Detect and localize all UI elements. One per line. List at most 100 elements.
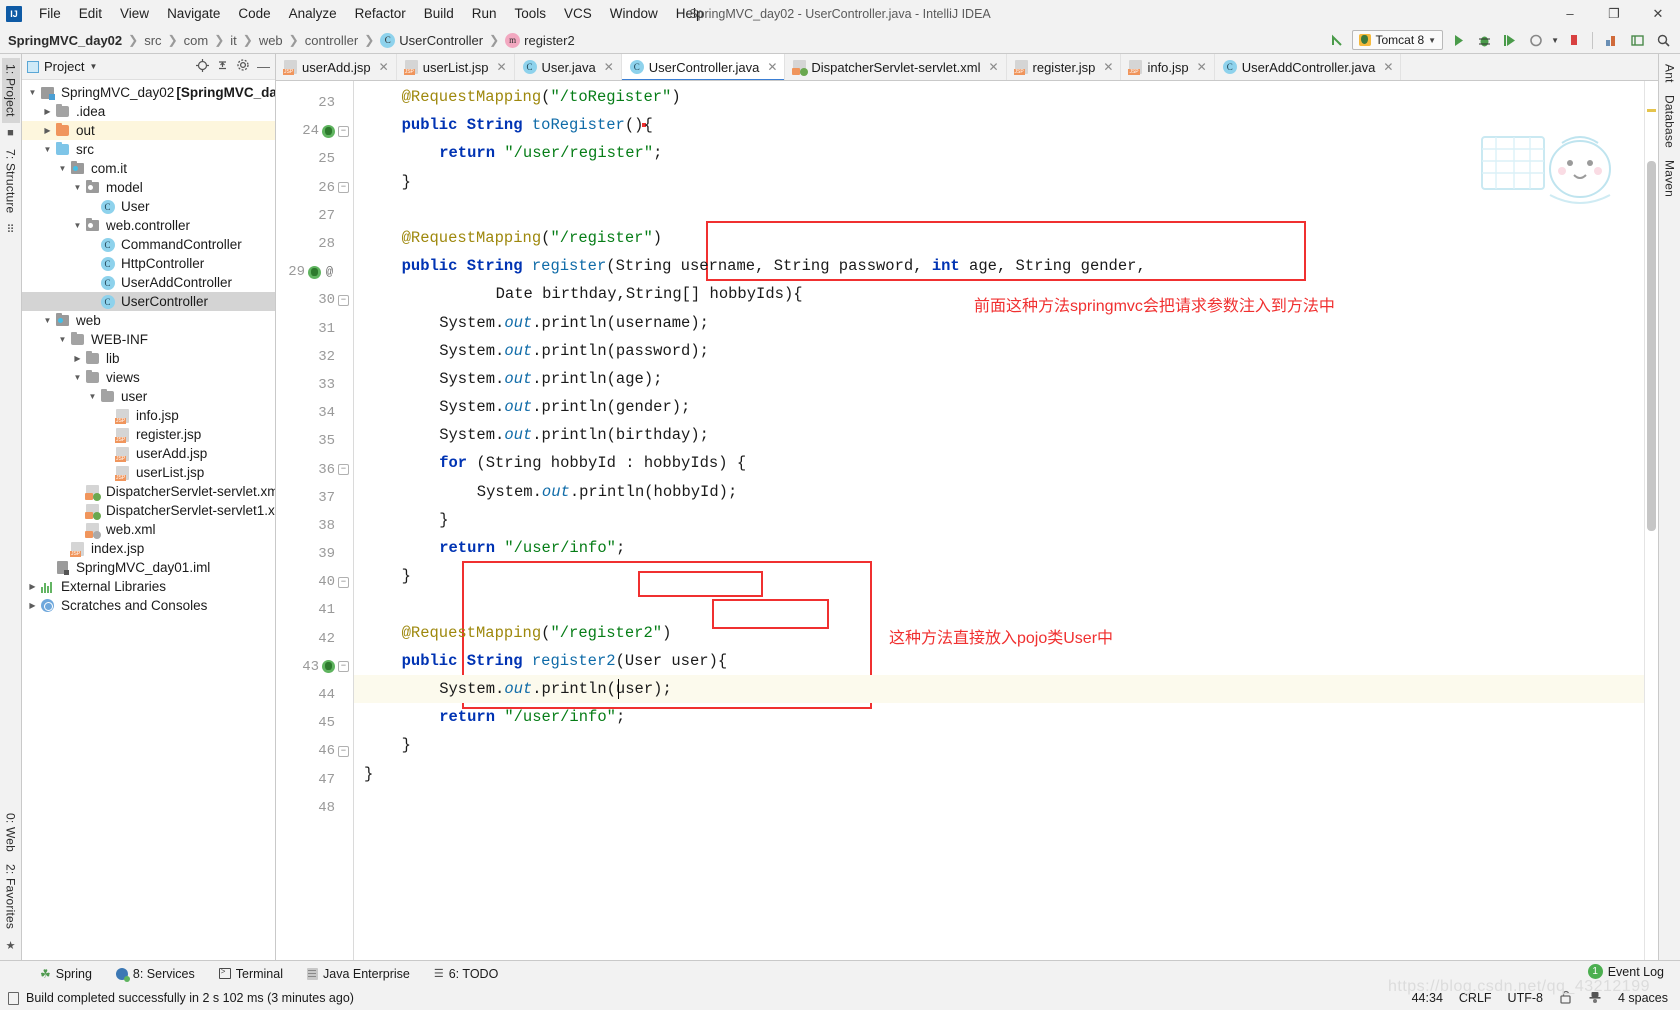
- menu-item-tools[interactable]: Tools: [506, 3, 556, 24]
- spring-bean-gutter-icon[interactable]: [308, 265, 321, 279]
- code-line[interactable]: return "/user/info";: [354, 703, 1644, 731]
- code-line[interactable]: System.out.println(birthday);: [354, 421, 1644, 449]
- spring-bean-gutter-icon[interactable]: [322, 124, 335, 138]
- project-tree-item[interactable]: userAdd.jsp: [22, 444, 275, 463]
- bottom-tool-button-6-todo[interactable]: ☰ 6: TODO: [422, 967, 510, 981]
- tree-collapse-arrow-icon[interactable]: ▼: [26, 88, 39, 97]
- editor-tab-user-java[interactable]: C User.java ✕: [515, 54, 622, 80]
- editor-tab-info-jsp[interactable]: info.jsp ✕: [1121, 54, 1215, 80]
- gutter-line[interactable]: 27: [276, 202, 353, 230]
- build-project-icon[interactable]: [1600, 30, 1622, 51]
- project-tree-item[interactable]: C HttpController: [22, 254, 275, 273]
- project-tree-item[interactable]: info.jsp: [22, 406, 275, 425]
- breadcrumb-item-com[interactable]: com: [184, 33, 209, 48]
- project-tree-item[interactable]: ▶ External Libraries: [22, 577, 275, 596]
- code-line[interactable]: @RequestMapping("/toRegister"): [354, 83, 1644, 111]
- code-line[interactable]: System.out.println(password);: [354, 337, 1644, 365]
- gutter-line[interactable]: 48: [276, 794, 353, 822]
- project-tree-item[interactable]: ▼ src: [22, 140, 275, 159]
- project-tree-item[interactable]: ▼ model: [22, 178, 275, 197]
- favorites-star-icon[interactable]: ★: [6, 939, 16, 952]
- code-line[interactable]: @RequestMapping("/register2"): [354, 619, 1644, 647]
- editor-gutter[interactable]: 23 24−25 26−27 28 29 @30−31 32 33 34 35 36−37 38 39 4…: [276, 81, 354, 960]
- run-icon[interactable]: [1447, 30, 1469, 51]
- breadcrumb-item-register2[interactable]: m register2: [505, 32, 575, 48]
- project-tree-item[interactable]: C UserController: [22, 292, 275, 311]
- code-line[interactable]: [354, 590, 1644, 618]
- tree-collapse-arrow-icon[interactable]: ▼: [71, 373, 84, 382]
- close-tab-icon[interactable]: ✕: [1383, 60, 1393, 74]
- read-only-lock-icon[interactable]: [1559, 990, 1572, 1007]
- tree-collapse-arrow-icon[interactable]: ▼: [71, 183, 84, 192]
- gutter-line[interactable]: 30−: [276, 286, 353, 314]
- menu-item-analyze[interactable]: Analyze: [280, 3, 346, 24]
- gutter-line[interactable]: 47: [276, 766, 353, 794]
- project-tree-item[interactable]: web.xml: [22, 520, 275, 539]
- project-tree-item[interactable]: ▶ .idea: [22, 102, 275, 121]
- gutter-line[interactable]: 37: [276, 484, 353, 512]
- editor-tab-userlist-jsp[interactable]: userList.jsp ✕: [397, 54, 515, 80]
- project-tree-item[interactable]: ▼ user: [22, 387, 275, 406]
- gutter-line[interactable]: 40−: [276, 568, 353, 596]
- bottom-tool-button-8-services[interactable]: 8: Services: [104, 967, 207, 982]
- code-fold-toggle-icon[interactable]: −: [338, 182, 349, 194]
- collapse-all-icon[interactable]: [216, 59, 229, 75]
- menu-item-help[interactable]: Help: [667, 3, 713, 24]
- code-line[interactable]: }: [354, 731, 1644, 759]
- project-tree-item[interactable]: DispatcherServlet-servlet1.xml: [22, 501, 275, 520]
- gutter-line[interactable]: 25: [276, 145, 353, 173]
- bottom-tool-button-terminal[interactable]: Terminal: [207, 967, 295, 981]
- close-tab-icon[interactable]: ✕: [379, 60, 389, 74]
- code-line[interactable]: }: [354, 168, 1644, 196]
- gutter-line[interactable]: 38: [276, 512, 353, 540]
- tree-collapse-arrow-icon[interactable]: ▼: [41, 145, 54, 154]
- code-fold-toggle-icon[interactable]: −: [338, 661, 349, 673]
- project-tree-item[interactable]: ▼ com.it: [22, 159, 275, 178]
- close-tab-icon[interactable]: ✕: [1103, 60, 1113, 74]
- project-panel-title-group[interactable]: Project ▼: [27, 59, 97, 74]
- project-tree-item[interactable]: register.jsp: [22, 425, 275, 444]
- project-tree-item[interactable]: DispatcherServlet-servlet.xml: [22, 482, 275, 501]
- code-line[interactable]: return "/user/register";: [354, 139, 1644, 167]
- code-line[interactable]: }: [354, 506, 1644, 534]
- project-tree-item[interactable]: C UserAddController: [22, 273, 275, 292]
- editor-tab-dispatcherservlet-servlet-xml[interactable]: DispatcherServlet-servlet.xml ✕: [785, 54, 1007, 80]
- code-fold-toggle-icon[interactable]: −: [338, 576, 349, 588]
- editor-tab-usercontroller-java[interactable]: C UserController.java ✕: [621, 54, 786, 80]
- project-tree-item[interactable]: ▼ views: [22, 368, 275, 387]
- project-structure-icon[interactable]: [1626, 30, 1648, 51]
- stop-icon[interactable]: [1563, 30, 1585, 51]
- event-log-button[interactable]: 1 Event Log: [1587, 964, 1664, 979]
- locate-icon[interactable]: [196, 58, 209, 75]
- code-line[interactable]: System.out.println(user);: [354, 674, 1644, 704]
- menu-item-refactor[interactable]: Refactor: [346, 3, 415, 24]
- menu-item-navigate[interactable]: Navigate: [158, 3, 229, 24]
- gutter-line[interactable]: 31: [276, 315, 353, 343]
- breadcrumb-item-it[interactable]: it: [230, 33, 237, 48]
- code-line[interactable]: }: [354, 562, 1644, 590]
- bottom-tool-button-java-enterprise[interactable]: Java Enterprise: [295, 967, 422, 981]
- profile-icon[interactable]: [1525, 30, 1547, 51]
- code-line[interactable]: public String toRegister(){: [354, 111, 1644, 139]
- code-line[interactable]: System.out.println(age);: [354, 365, 1644, 393]
- project-tree-item[interactable]: ▶ out: [22, 121, 275, 140]
- breadcrumb-item-controller[interactable]: controller: [305, 33, 358, 48]
- close-button[interactable]: ✕: [1636, 0, 1680, 27]
- chevron-down-icon-2[interactable]: ▼: [1551, 36, 1559, 45]
- close-tab-icon[interactable]: ✕: [496, 60, 506, 74]
- breadcrumb-item-src[interactable]: src: [144, 33, 161, 48]
- code-fold-toggle-icon[interactable]: −: [338, 464, 349, 476]
- run-configuration-selector[interactable]: Tomcat 8 ▼: [1352, 30, 1444, 50]
- code-line[interactable]: System.out.println(username);: [354, 309, 1644, 337]
- debug-icon[interactable]: [1473, 30, 1495, 51]
- project-tree-item[interactable]: ▶ lib: [22, 349, 275, 368]
- code-line[interactable]: [354, 788, 1644, 816]
- code-line[interactable]: System.out.println(gender);: [354, 393, 1644, 421]
- caret-position[interactable]: 44:34: [1412, 991, 1443, 1005]
- breadcrumb-item-web[interactable]: web: [259, 33, 283, 48]
- gutter-line[interactable]: 29 @: [276, 258, 353, 286]
- tree-expand-arrow-icon[interactable]: ▶: [26, 601, 39, 610]
- search-everywhere-icon[interactable]: [1652, 30, 1674, 51]
- editor-tab-register-jsp[interactable]: register.jsp ✕: [1007, 54, 1122, 80]
- close-tab-icon[interactable]: ✕: [604, 60, 614, 74]
